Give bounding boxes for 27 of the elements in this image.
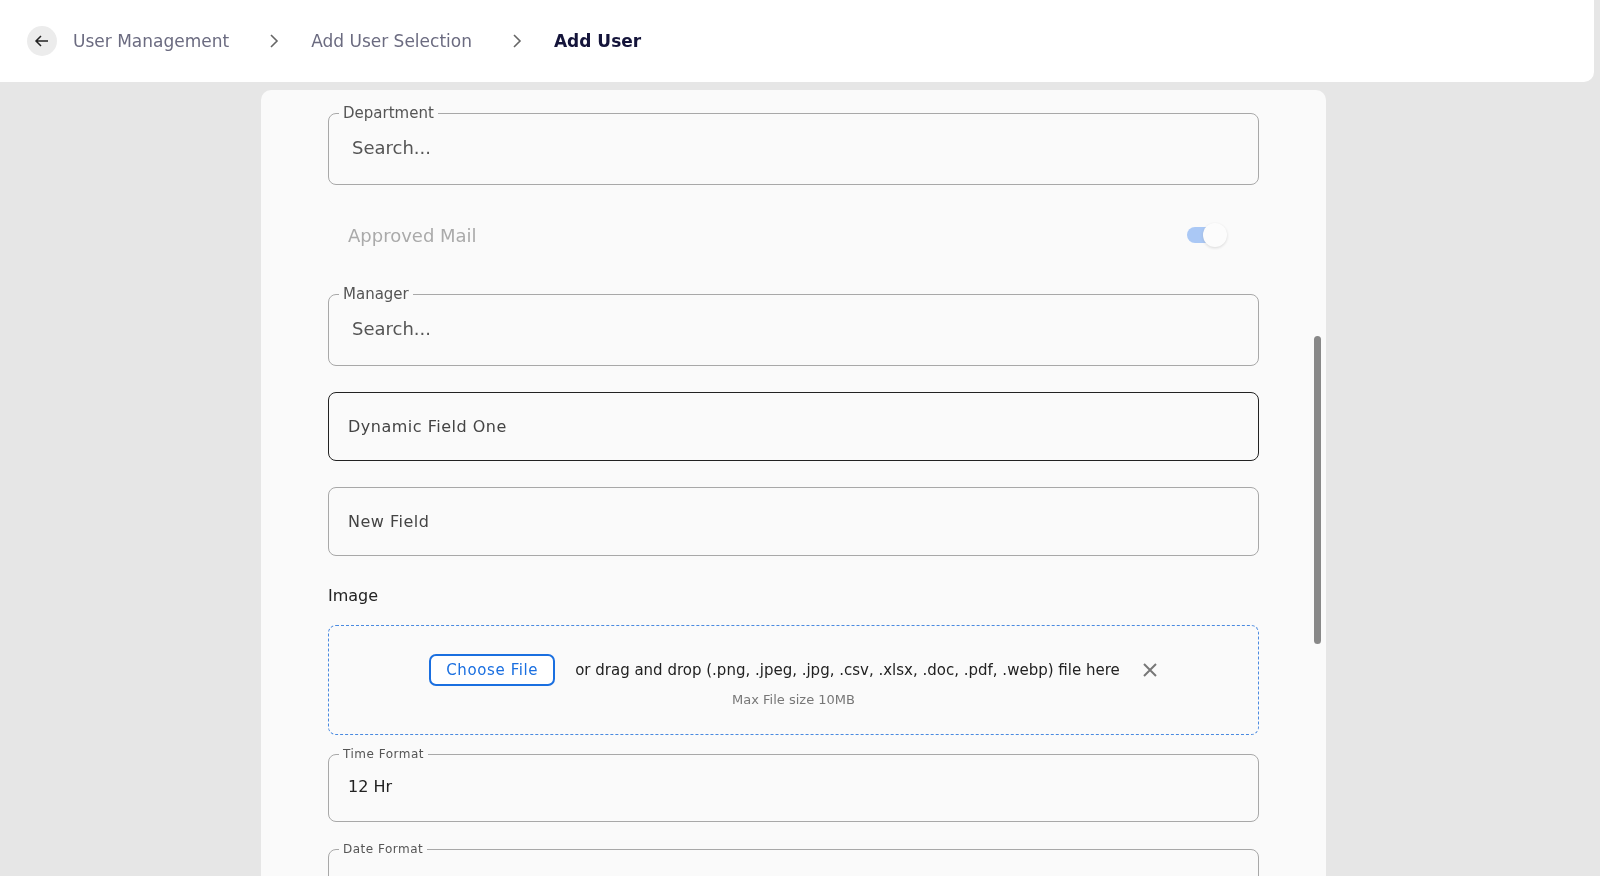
input-field[interactable]: New Field bbox=[328, 487, 1259, 556]
back-button[interactable] bbox=[27, 26, 57, 56]
field-label: Time Format bbox=[342, 747, 425, 761]
search-input[interactable]: Search... bbox=[350, 136, 1241, 159]
chevron-icon bbox=[511, 34, 522, 48]
section-label: Image bbox=[328, 586, 380, 605]
drop-zone[interactable]: Choose File or drag and drop (.png, .jpeg, .jpg, .csv, .xlsx, .doc, .pdf, .webp) file here Max File size 10MB bbox=[328, 625, 1259, 735]
chevron-icon bbox=[269, 34, 280, 48]
field-value: 12 Hr bbox=[348, 777, 394, 796]
input-field[interactable]: Dynamic Field One bbox=[328, 392, 1259, 461]
select-field[interactable]: Time Format 12 Hr bbox=[328, 747, 1259, 822]
drop-hint: or drag and drop (.png, .jpeg, .jpg, .csv, .xlsx, .doc, .pdf, .webp) file here bbox=[575, 660, 1120, 679]
toggle-label: Approved Mail bbox=[348, 224, 477, 246]
search-input[interactable]: Search... bbox=[350, 317, 1241, 340]
field-label: Manager bbox=[342, 285, 410, 303]
breadcrumb-link[interactable]: Add User Selection bbox=[311, 31, 472, 51]
field-label: Department bbox=[342, 104, 435, 122]
close-icon[interactable] bbox=[1141, 661, 1158, 678]
file-size-note: Max File size 10MB bbox=[732, 691, 855, 707]
field-label: Date Format bbox=[342, 842, 425, 856]
search-field[interactable]: Manager Search... bbox=[328, 285, 1259, 366]
scrollbar[interactable] bbox=[1314, 336, 1321, 644]
back-arrow-icon bbox=[34, 33, 50, 49]
select-field[interactable]: Date Format bbox=[328, 842, 1259, 876]
search-field[interactable]: Department Search... bbox=[328, 104, 1259, 185]
choose-file-button[interactable]: Choose File bbox=[429, 653, 556, 686]
breadcrumb-link[interactable]: User Management bbox=[73, 31, 230, 51]
